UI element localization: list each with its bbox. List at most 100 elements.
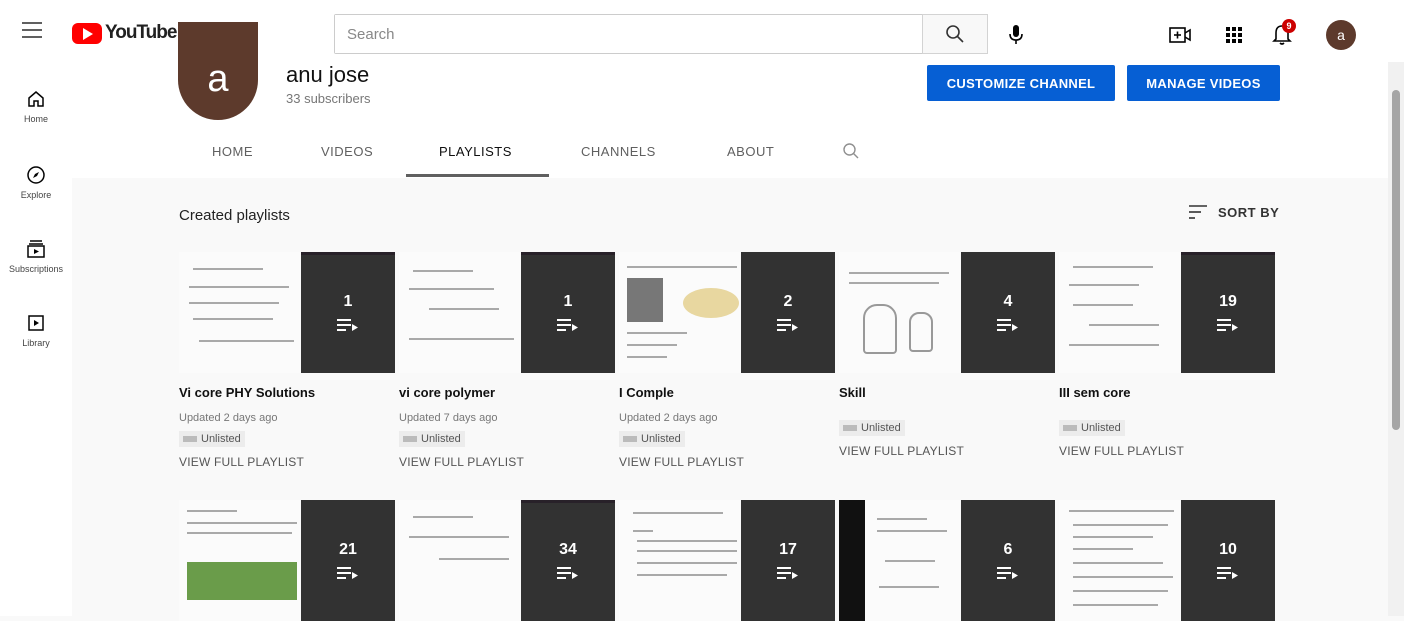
sidebar-item-label: Home xyxy=(23,114,48,124)
page-scrollbar[interactable] xyxy=(1388,62,1404,616)
thumbnail-image xyxy=(1059,500,1181,621)
playlist-thumbnail[interactable]: 19 xyxy=(1059,252,1275,373)
playlist-card[interactable]: 6 xyxy=(839,500,1055,621)
playlist-thumbnail[interactable]: 1 xyxy=(399,252,615,373)
tab-videos[interactable]: VIDEOS xyxy=(321,144,373,159)
view-full-playlist-link[interactable]: VIEW FULL PLAYLIST xyxy=(1059,444,1275,458)
playlist-card[interactable]: 34 xyxy=(399,500,615,621)
playlist-video-count: 10 xyxy=(1219,540,1237,558)
playlist-card[interactable]: 1 vi core polymer Updated 7 days ago Unl… xyxy=(399,252,615,469)
playlist-icon xyxy=(777,566,798,579)
subscriptions-icon xyxy=(27,240,45,258)
playlist-count-overlay: 4 xyxy=(961,252,1055,373)
sidebar-item-home[interactable]: Home xyxy=(0,70,72,140)
menu-icon[interactable] xyxy=(22,22,42,38)
playlist-count-overlay: 10 xyxy=(1181,500,1275,621)
playlist-icon xyxy=(337,318,358,331)
playlist-icon xyxy=(997,566,1018,579)
tab-channels[interactable]: CHANNELS xyxy=(581,144,656,159)
playlist-video-count: 6 xyxy=(1003,540,1013,558)
playlist-title[interactable]: vi core polymer xyxy=(399,385,615,400)
playlist-card[interactable]: 1 Vi core PHY Solutions Updated 2 days a… xyxy=(179,252,395,469)
playlist-thumbnail[interactable]: 17 xyxy=(619,500,835,621)
playlist-count-overlay: 6 xyxy=(961,500,1055,621)
create-video-button[interactable] xyxy=(1162,17,1198,53)
playlist-card[interactable]: 2 I Comple Updated 2 days ago Unlisted V… xyxy=(619,252,835,469)
playlist-video-count: 4 xyxy=(1003,292,1013,310)
thumbnail-image xyxy=(179,500,301,621)
playlist-thumbnail[interactable]: 34 xyxy=(399,500,615,621)
playlist-thumbnail[interactable]: 2 xyxy=(619,252,835,373)
playlist-title[interactable]: III sem core xyxy=(1059,385,1275,400)
tab-about[interactable]: ABOUT xyxy=(727,144,774,159)
visibility-label: Unlisted xyxy=(1081,422,1121,434)
unlisted-icon xyxy=(843,425,857,431)
playlist-video-count: 21 xyxy=(339,540,357,558)
scrollbar-thumb[interactable] xyxy=(1392,90,1400,430)
playlist-title[interactable]: I Comple xyxy=(619,385,835,400)
playlist-card[interactable]: 4 Skill Unlisted VIEW FULL PLAYLIST xyxy=(839,252,1055,458)
playlist-icon xyxy=(337,566,358,579)
playlist-icon xyxy=(1217,566,1238,579)
account-avatar[interactable]: a xyxy=(1326,20,1356,50)
playlist-title[interactable]: Skill xyxy=(839,385,1055,400)
playlist-card[interactable]: 17 xyxy=(619,500,835,621)
search-button[interactable] xyxy=(922,14,988,54)
notifications-button[interactable]: 9 xyxy=(1264,17,1300,53)
playlist-icon xyxy=(557,318,578,331)
manage-videos-button[interactable]: MANAGE VIDEOS xyxy=(1127,65,1280,101)
thumbnail-photo xyxy=(627,278,663,322)
playlist-thumbnail[interactable]: 1 xyxy=(179,252,395,373)
thumbnail-photo xyxy=(187,562,297,600)
playlist-card[interactable]: 10 xyxy=(1059,500,1275,621)
create-video-icon xyxy=(1169,27,1191,43)
playlist-card[interactable]: 21 xyxy=(179,500,395,621)
playlist-thumbnail[interactable]: 6 xyxy=(839,500,1055,621)
playlist-video-count: 1 xyxy=(563,292,573,310)
view-full-playlist-link[interactable]: VIEW FULL PLAYLIST xyxy=(179,455,395,469)
tab-home[interactable]: HOME xyxy=(212,144,253,159)
playlist-video-count: 1 xyxy=(343,292,353,310)
home-icon xyxy=(28,91,44,107)
customize-channel-button[interactable]: CUSTOMIZE CHANNEL xyxy=(927,65,1115,101)
playlist-icon xyxy=(1217,318,1238,331)
playlist-count-overlay: 17 xyxy=(741,500,835,621)
playlist-video-count: 19 xyxy=(1219,292,1237,310)
search-input[interactable] xyxy=(335,15,922,53)
sidebar-item-subscriptions[interactable]: Subscriptions xyxy=(0,220,72,290)
sidebar-item-label: Explore xyxy=(20,190,52,200)
channel-search-button[interactable] xyxy=(842,142,860,165)
view-full-playlist-link[interactable]: VIEW FULL PLAYLIST xyxy=(619,455,835,469)
apps-button[interactable] xyxy=(1216,17,1252,53)
playlist-count-overlay: 19 xyxy=(1181,252,1275,373)
playlist-thumbnail[interactable]: 10 xyxy=(1059,500,1275,621)
logo-text: YouTube xyxy=(105,22,177,43)
playlist-title[interactable]: Vi core PHY Solutions xyxy=(179,385,395,400)
sidebar-item-library[interactable]: Library xyxy=(0,294,72,364)
playlist-count-overlay: 1 xyxy=(301,252,395,373)
playlist-updated: Updated 2 days ago xyxy=(179,412,278,424)
voice-search-button[interactable] xyxy=(998,17,1034,53)
playlist-thumbnail[interactable]: 4 xyxy=(839,252,1055,373)
microphone-icon xyxy=(1009,25,1023,44)
section-title: Created playlists xyxy=(179,207,290,224)
tab-playlists[interactable]: PLAYLISTS xyxy=(439,144,512,159)
sort-by-button[interactable]: SORT BY xyxy=(1188,204,1279,220)
playlist-count-overlay: 2 xyxy=(741,252,835,373)
playlist-card[interactable]: 19 III sem core Unlisted VIEW FULL PLAYL… xyxy=(1059,252,1275,458)
playlist-video-count: 17 xyxy=(779,540,797,558)
view-full-playlist-link[interactable]: VIEW FULL PLAYLIST xyxy=(399,455,615,469)
playlist-icon xyxy=(557,566,578,579)
sidebar-item-explore[interactable]: Explore xyxy=(0,146,72,216)
thumbnail-image xyxy=(619,500,741,621)
playlist-count-overlay: 1 xyxy=(521,252,615,373)
view-full-playlist-link[interactable]: VIEW FULL PLAYLIST xyxy=(839,444,1055,458)
channel-name: anu jose xyxy=(286,62,370,87)
apps-grid-icon xyxy=(1226,27,1242,43)
thumbnail-image xyxy=(619,252,741,373)
youtube-logo[interactable]: YouTube IN xyxy=(72,22,186,44)
playlist-thumbnail[interactable]: 21 xyxy=(179,500,395,621)
sidebar-item-label: Subscriptions xyxy=(8,264,64,274)
playlist-updated: Updated 7 days ago xyxy=(399,412,498,424)
library-icon xyxy=(28,315,44,331)
